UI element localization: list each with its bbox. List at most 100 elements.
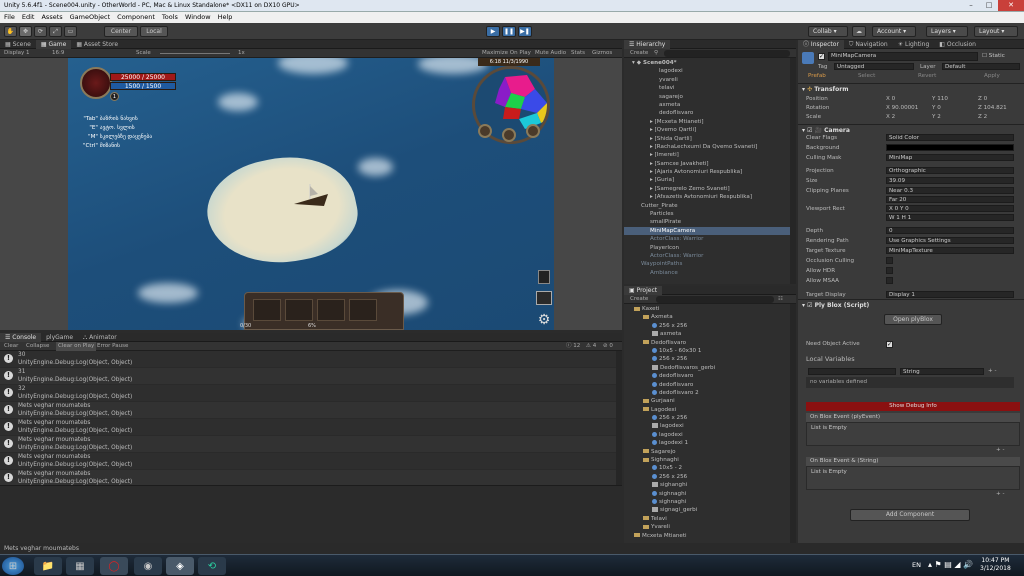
- console-clear-button[interactable]: Clear: [4, 342, 18, 351]
- add-variable-button[interactable]: + -: [988, 368, 996, 374]
- aspect-dropdown[interactable]: 16:9: [52, 49, 64, 58]
- console-log-entry[interactable]: ! Mets veghar moumatebs UnityEngine.Debug:…: [0, 436, 616, 453]
- minimize-button[interactable]: –: [962, 0, 980, 11]
- hierarchy-item[interactable]: axmeta: [624, 101, 790, 109]
- hierarchy-item[interactable]: ActorClass: Warrior: [624, 252, 790, 260]
- hierarchy-item[interactable]: ▸ [Imereti]: [624, 151, 790, 159]
- warning-count-badge[interactable]: ⚠ 4: [586, 342, 596, 351]
- tab-project[interactable]: ▣ Project: [624, 286, 663, 295]
- minimap-zoom-in-button[interactable]: [478, 124, 492, 138]
- hierarchy-item[interactable]: PlayerIcon: [624, 244, 790, 252]
- project-item[interactable]: sighanghi: [624, 481, 790, 489]
- stats-toggle[interactable]: Stats: [571, 49, 585, 58]
- hierarchy-item[interactable]: yvareli: [624, 76, 790, 84]
- action-slot-1[interactable]: [253, 299, 281, 321]
- tab-navigation[interactable]: ⛉ Navigation: [844, 40, 893, 49]
- console-error-pause-toggle[interactable]: Error Pause: [97, 342, 128, 351]
- action-slot-2[interactable]: [285, 299, 313, 321]
- cloud-icon[interactable]: ☁: [852, 26, 866, 37]
- layer-dropdown[interactable]: Default: [942, 63, 1020, 70]
- step-button[interactable]: ▶❚: [518, 26, 532, 37]
- action-slot-3[interactable]: [317, 299, 345, 321]
- project-item[interactable]: dedoflisvaro: [624, 372, 790, 380]
- project-item[interactable]: Sagarejo: [624, 448, 790, 456]
- menu-tools[interactable]: Tools: [162, 12, 178, 23]
- open-plyblox-button[interactable]: Open plyBlox: [884, 314, 942, 325]
- hierarchy-item[interactable]: ▸ [Afxazetis Avtonomiuri Respublika]: [624, 193, 790, 201]
- prefab-revert-button[interactable]: Revert: [918, 73, 936, 79]
- menu-edit[interactable]: Edit: [22, 12, 35, 23]
- console-log-entry[interactable]: ! Mets veghar moumatebs UnityEngine.Debug:…: [0, 453, 616, 470]
- clock[interactable]: 10:47 PM 3/12/2018: [980, 557, 1011, 573]
- camera-property-value[interactable]: [886, 277, 893, 284]
- project-item[interactable]: sighnaghi: [624, 498, 790, 506]
- console-log-entry[interactable]: ! Mets veghar moumatebs UnityEngine.Debug:…: [0, 402, 616, 419]
- hierarchy-item[interactable]: ▸ [Samcxe Javakheti]: [624, 160, 790, 168]
- console-scrollbar[interactable]: [616, 351, 622, 485]
- position-x-field[interactable]: X 0: [886, 96, 895, 102]
- chrome-icon[interactable]: ◉: [134, 557, 162, 575]
- display-dropdown[interactable]: Display 1: [4, 49, 30, 58]
- project-item[interactable]: 10x5 - 60x30 1: [624, 347, 790, 355]
- project-item[interactable]: lagodexi: [624, 422, 790, 430]
- menu-help[interactable]: Help: [218, 12, 233, 23]
- camera-property-value[interactable]: Far 20: [886, 196, 1014, 203]
- project-item[interactable]: Lagodexi: [624, 406, 790, 414]
- tab-asset-store[interactable]: ▦ Asset Store: [71, 40, 123, 49]
- project-item[interactable]: dedoflisvaro 2: [624, 389, 790, 397]
- hierarchy-item[interactable]: ▸ [Ajaris Avtonomiuri Respublika]: [624, 168, 790, 176]
- settings-gear-icon[interactable]: ⚙: [536, 312, 552, 328]
- filter-icon[interactable]: ☷: [778, 295, 783, 304]
- project-item[interactable]: 256 x 256: [624, 414, 790, 422]
- variable-type-dropdown[interactable]: String: [900, 368, 984, 375]
- rotation-z-field[interactable]: Z 104.821: [978, 105, 1007, 111]
- minimap-zoom-out-button[interactable]: [526, 124, 540, 138]
- pivot-center-toggle[interactable]: Center: [104, 26, 138, 37]
- tab-animator[interactable]: ⛬ Animator: [78, 333, 122, 342]
- prefab-apply-button[interactable]: Apply: [984, 73, 1000, 79]
- hierarchy-scrollbar[interactable]: [790, 58, 796, 284]
- inventory-icon[interactable]: [536, 291, 552, 305]
- tray-icons[interactable]: ▴ ⚑ ▤ ◢ 🔊: [928, 560, 973, 569]
- menu-file[interactable]: File: [4, 12, 15, 23]
- maximize-button[interactable]: □: [980, 0, 998, 11]
- camera-property-value[interactable]: W 1 H 1: [886, 214, 1014, 221]
- tag-dropdown[interactable]: Untagged: [834, 63, 914, 70]
- camera-property-value[interactable]: Use Graphics Settings: [886, 237, 1014, 244]
- hierarchy-search-input[interactable]: [664, 50, 790, 57]
- opera-icon[interactable]: ◯: [100, 557, 128, 575]
- static-toggle[interactable]: ☐ Static: [982, 53, 1005, 59]
- hierarchy-item[interactable]: ActorClass: Warrior: [624, 235, 790, 243]
- hierarchy-item[interactable]: ▸ [Samegrelo Zemo Svaneti]: [624, 185, 790, 193]
- minimap-center-button[interactable]: [502, 128, 516, 142]
- project-item[interactable]: Gurjaani: [624, 397, 790, 405]
- minimap[interactable]: 6:18 11/3/1990: [470, 58, 552, 150]
- game-viewport[interactable]: 25000 / 25000 1500 / 1500 1 "Tab" ბაზრის…: [68, 58, 554, 330]
- console-log-entry[interactable]: ! Mets veghar moumatebs UnityEngine.Debug:…: [0, 470, 616, 485]
- transform-header[interactable]: ▾ ✣ Transform: [802, 85, 848, 94]
- hierarchy-item[interactable]: ▸ [Qvemo Qartli]: [624, 126, 790, 134]
- potion-icon[interactable]: [538, 270, 550, 284]
- tab-console[interactable]: ☰ Console: [0, 333, 42, 342]
- scale-x-field[interactable]: X 2: [886, 114, 895, 120]
- camera-property-value[interactable]: [886, 257, 893, 264]
- active-checkbox[interactable]: ✓: [818, 53, 825, 60]
- menu-component[interactable]: Component: [117, 12, 155, 23]
- error-count-badge[interactable]: ⊘ 0: [603, 342, 613, 351]
- tab-game[interactable]: ▦ Game: [35, 40, 72, 49]
- tab-inspector[interactable]: ⓘ Inspector: [798, 40, 844, 49]
- menu-assets[interactable]: Assets: [41, 12, 62, 23]
- project-item[interactable]: 256 x 256: [624, 473, 790, 481]
- camera-property-value[interactable]: 0: [886, 227, 1014, 234]
- project-item[interactable]: Sighnaghi: [624, 456, 790, 464]
- gizmos-dropdown[interactable]: Gizmos: [592, 49, 612, 58]
- project-create-dropdown[interactable]: Create: [630, 295, 648, 304]
- hierarchy-item[interactable]: dedoflisvaro: [624, 109, 790, 117]
- plyblox-header[interactable]: ▾ ☑ Ply Blox (Script): [802, 301, 869, 310]
- position-y-field[interactable]: Y 110: [932, 96, 948, 102]
- tab-lighting[interactable]: ☀ Lighting: [893, 40, 935, 49]
- rotation-x-field[interactable]: X 90.00001: [886, 105, 918, 111]
- camera-property-value[interactable]: Orthographic: [886, 167, 1014, 174]
- hierarchy-item[interactable]: sagarejo: [624, 93, 790, 101]
- tab-scene[interactable]: ▦ Scene: [0, 40, 36, 49]
